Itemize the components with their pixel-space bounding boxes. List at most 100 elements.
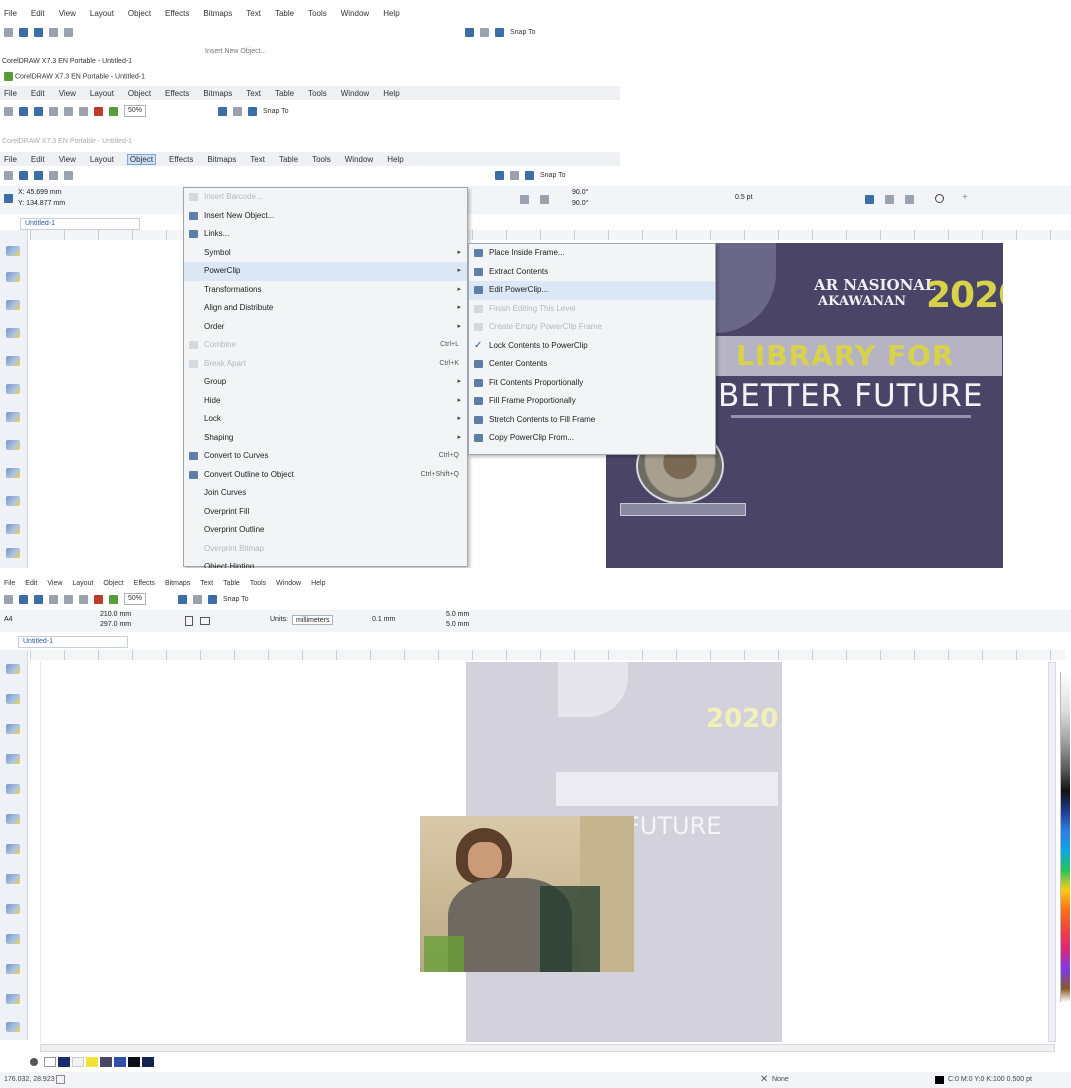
menu-text-2[interactable]: Text: [246, 89, 261, 98]
zoom-icon-b[interactable]: [178, 594, 188, 604]
rulers-icon-b[interactable]: [208, 594, 218, 604]
menu-help[interactable]: Help: [383, 9, 399, 18]
object-menu-item-links[interactable]: Links...: [184, 225, 467, 244]
open-icon-3[interactable]: [19, 170, 28, 180]
menu-layout-3[interactable]: Layout: [90, 155, 114, 164]
snap-to-dropdown-3[interactable]: Snap To: [540, 172, 566, 179]
menu-text-3[interactable]: Text: [250, 155, 265, 164]
outline-width[interactable]: 0.5 pt: [735, 194, 753, 201]
object-menu-item-powerclip[interactable]: PowerClip ▸: [184, 262, 467, 281]
open-icon[interactable]: [19, 27, 28, 37]
powerclip-menu-item-stretch-contents-to-fill-frame[interactable]: Stretch Contents to Fill Frame: [469, 411, 715, 430]
swatch-blue[interactable]: [114, 1057, 126, 1067]
powerclip-menu-item-center-contents[interactable]: Center Contents: [469, 355, 715, 374]
object-menu-item-group[interactable]: Group ▸: [184, 373, 467, 392]
angle-field-2[interactable]: 90.0°: [572, 200, 588, 207]
page-height[interactable]: 297.0 mm: [100, 621, 131, 628]
vertical-scrollbar[interactable]: [1048, 662, 1056, 1042]
menu-layout-2[interactable]: Layout: [90, 89, 114, 98]
object-menu-item-overprint-outline[interactable]: Overprint Outline: [184, 521, 467, 540]
fullscreen-icon-3[interactable]: [510, 170, 519, 180]
object-menu-item-overprint-fill[interactable]: Overprint Fill: [184, 503, 467, 522]
cut-icon[interactable]: [64, 27, 73, 37]
menu-effects[interactable]: Effects: [165, 9, 189, 18]
object-menu-item-combine[interactable]: Combine Ctrl+L: [184, 336, 467, 355]
horizontal-scrollbar[interactable]: [40, 1044, 1055, 1052]
portrait-icon[interactable]: [185, 616, 193, 626]
rectangle-tool-icon[interactable]: [6, 412, 20, 422]
menu-bitmaps-b[interactable]: Bitmaps: [165, 580, 190, 587]
import-icon-b[interactable]: [94, 594, 103, 604]
object-menu-item-hide[interactable]: Hide ▸: [184, 392, 467, 411]
rulers-icon-2[interactable]: [248, 106, 258, 116]
object-menu-item-symbol[interactable]: Symbol ▸: [184, 244, 467, 263]
object-menu-item-align-and-distribute[interactable]: Align and Distribute ▸: [184, 299, 467, 318]
object-menu-item-break-apart[interactable]: Break Apart Ctrl+K: [184, 355, 467, 374]
menu-bitmaps-2[interactable]: Bitmaps: [203, 89, 232, 98]
save-icon-b[interactable]: [34, 594, 43, 604]
menu-view[interactable]: View: [59, 9, 76, 18]
dimension-tool-icon-b[interactable]: [6, 964, 20, 974]
print-icon-2[interactable]: [49, 106, 58, 116]
menu-effects-2[interactable]: Effects: [165, 89, 189, 98]
object-menu-item-order[interactable]: Order ▸: [184, 318, 467, 337]
print-icon-b[interactable]: [49, 594, 58, 604]
new-icon-2[interactable]: [4, 106, 13, 116]
menu-text-b[interactable]: Text: [200, 580, 213, 587]
menu-edit[interactable]: Edit: [31, 9, 45, 18]
ellipse-tool-icon[interactable]: [6, 440, 20, 450]
menu-tools-3[interactable]: Tools: [312, 155, 331, 164]
snap-to-dropdown-2[interactable]: Snap To: [263, 108, 289, 115]
menu-view-3[interactable]: View: [59, 155, 76, 164]
object-origin-icon[interactable]: [4, 194, 13, 203]
object-menu-item-convert-outline-to-object[interactable]: Convert Outline to Object Ctrl+Shift+Q: [184, 466, 467, 485]
document-tab[interactable]: Untitled-1: [20, 218, 140, 230]
new-icon-3[interactable]: [4, 170, 13, 180]
menu-edit-b[interactable]: Edit: [25, 580, 37, 587]
menu-edit-3[interactable]: Edit: [31, 155, 45, 164]
menu-layout[interactable]: Layout: [90, 9, 114, 18]
powerclip-photo-contents[interactable]: [420, 816, 634, 972]
powerclip-menu-item-extract-contents[interactable]: Extract Contents: [469, 263, 715, 282]
powerclip-menu-item-fit-contents-proportionally[interactable]: Fit Contents Proportionally: [469, 374, 715, 393]
swatch-white[interactable]: [72, 1057, 84, 1067]
zoom-tool-icon[interactable]: [6, 328, 20, 338]
menu-table-2[interactable]: Table: [275, 89, 294, 98]
menu-layout-b[interactable]: Layout: [72, 580, 93, 587]
polygon-tool-icon[interactable]: [6, 468, 20, 478]
menu-table[interactable]: Table: [275, 9, 294, 18]
rectangle-tool-icon-b[interactable]: [6, 844, 20, 854]
circle-icon[interactable]: [935, 194, 944, 203]
polygon-tool-icon-b[interactable]: [6, 904, 20, 914]
menu-view-b[interactable]: View: [47, 580, 62, 587]
zoom-icon[interactable]: [465, 27, 474, 37]
snap-to-dropdown[interactable]: Snap To: [510, 29, 536, 36]
status-arrow-icon[interactable]: [56, 1075, 65, 1084]
swatch-dark-blue[interactable]: [142, 1057, 154, 1067]
menu-window-b[interactable]: Window: [276, 580, 301, 587]
fullscreen-icon[interactable]: [480, 27, 489, 37]
zoom-icon-2[interactable]: [218, 106, 228, 116]
page-width[interactable]: 210.0 mm: [100, 611, 131, 618]
print-icon[interactable]: [49, 27, 58, 37]
menu-view-2[interactable]: View: [59, 89, 76, 98]
menu-file-3[interactable]: File: [4, 155, 17, 164]
units-select[interactable]: millimeters: [292, 615, 334, 625]
powerclip-menu-item-place-inside-frame[interactable]: Place Inside Frame...: [469, 244, 715, 263]
rulers-icon-3[interactable]: [525, 170, 534, 180]
object-menu-item-lock[interactable]: Lock ▸: [184, 410, 467, 429]
document-tab-bottom[interactable]: Untitled-1: [18, 636, 128, 648]
export-icon[interactable]: [109, 106, 118, 116]
arc-icon[interactable]: [540, 195, 549, 204]
object-menu-item-insert-new-object[interactable]: Insert New Object...: [184, 207, 467, 226]
powerclip-menu-item-create-empty-powerclip-frame[interactable]: Create Empty PowerClip Frame: [469, 318, 715, 337]
menu-table-b[interactable]: Table: [223, 580, 240, 587]
freehand-tool-icon-b[interactable]: [6, 784, 20, 794]
add-icon[interactable]: +: [962, 192, 968, 203]
menu-help-2[interactable]: Help: [383, 89, 399, 98]
landscape-icon[interactable]: [200, 617, 210, 625]
powerclip-edit-toolbar[interactable]: [620, 503, 746, 516]
menu-edit-2[interactable]: Edit: [31, 89, 45, 98]
angle-field-1[interactable]: 90.0°: [572, 189, 588, 196]
menu-bitmaps-3[interactable]: Bitmaps: [207, 155, 236, 164]
